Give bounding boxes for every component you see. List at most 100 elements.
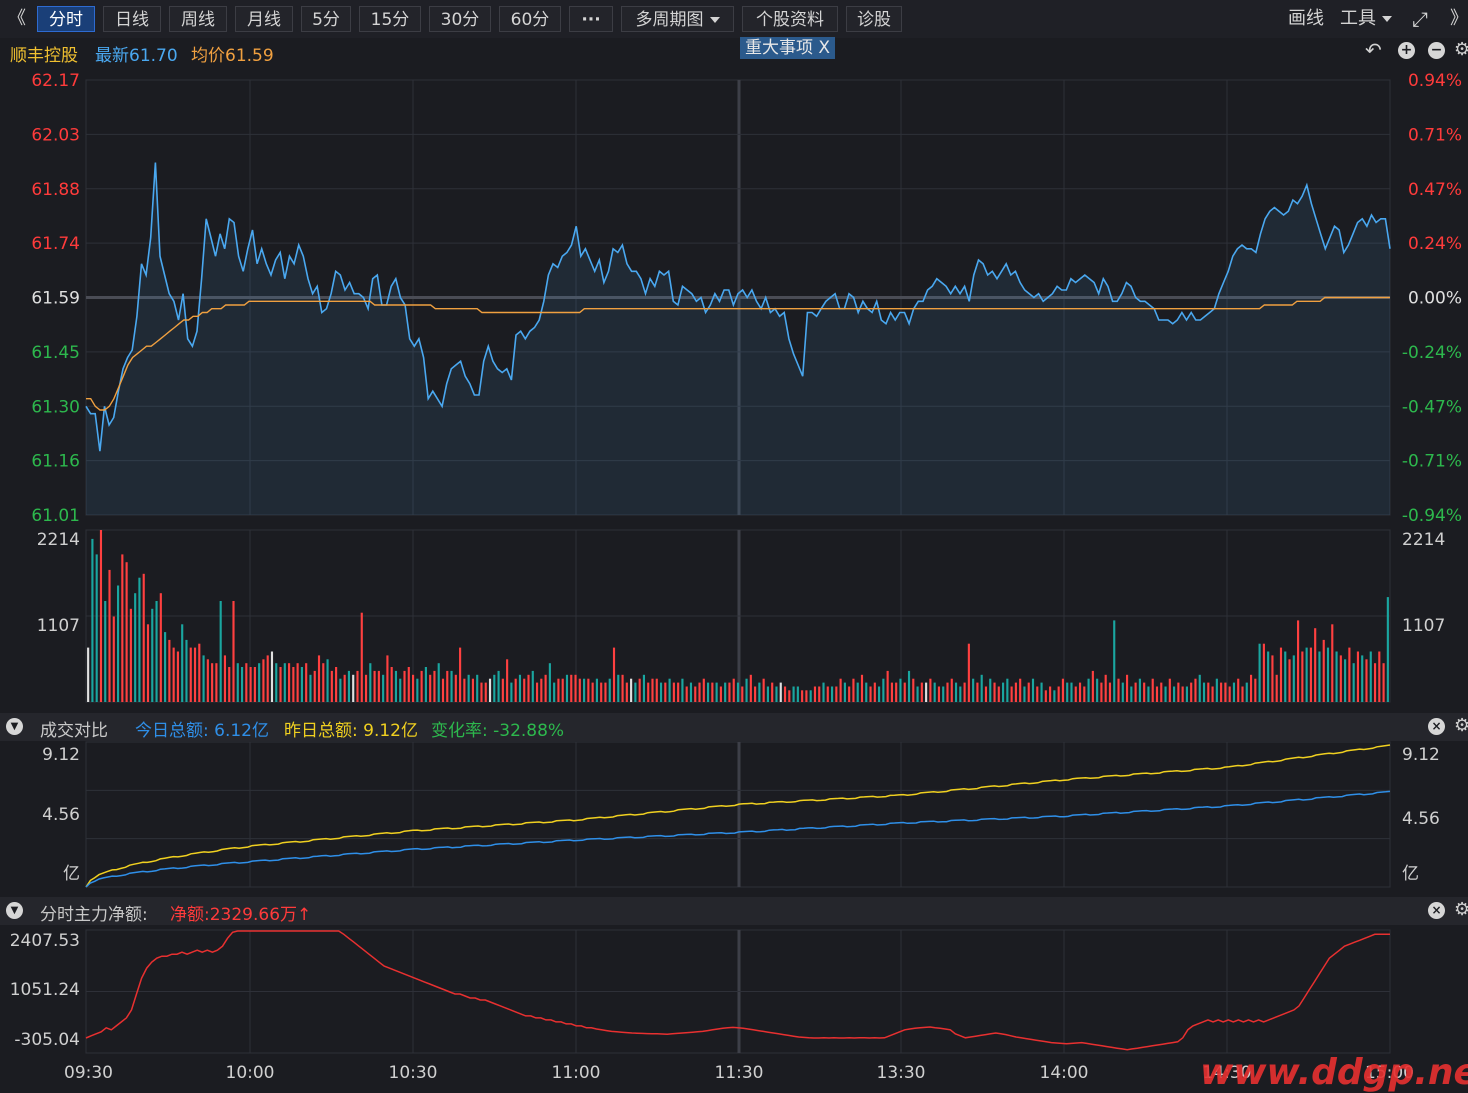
volume-bar bbox=[450, 670, 453, 702]
volume-bar bbox=[1181, 686, 1184, 702]
volume-bar bbox=[424, 667, 427, 702]
volume-bar bbox=[441, 678, 445, 702]
volume-tick-label: 2214 bbox=[37, 530, 80, 550]
volume-bar bbox=[484, 682, 487, 702]
volume-bar bbox=[176, 651, 179, 702]
volume-bar bbox=[535, 682, 539, 702]
time-axis-label: 11:30 bbox=[715, 1063, 764, 1083]
volume-bar bbox=[1202, 682, 1206, 702]
volume-bar bbox=[373, 670, 376, 702]
volume-bar bbox=[1344, 659, 1347, 702]
volume-bar bbox=[364, 674, 368, 702]
percent-tick-label: 0.00% bbox=[1408, 289, 1462, 309]
volume-bar bbox=[903, 682, 906, 702]
volume-bar bbox=[488, 678, 492, 702]
volume-bar bbox=[976, 682, 979, 702]
volume-bar bbox=[369, 663, 372, 702]
volume-bar bbox=[1356, 651, 1360, 702]
volume-bar bbox=[993, 682, 996, 702]
volume-bar bbox=[972, 678, 975, 702]
volume-bar bbox=[835, 686, 838, 702]
volume-bar bbox=[91, 538, 94, 702]
volume-bar bbox=[164, 632, 167, 702]
netflow-tick-label: -305.04 bbox=[14, 1030, 80, 1050]
percent-tick-label: -0.24% bbox=[1402, 343, 1462, 363]
volume-bar bbox=[198, 643, 201, 702]
volume-bar bbox=[783, 686, 787, 702]
volume-bar bbox=[296, 663, 299, 702]
time-axis-label: 11:00 bbox=[552, 1063, 601, 1083]
volume-bar bbox=[1339, 655, 1342, 702]
volume-bar bbox=[326, 659, 329, 702]
time-axis-label: 14:00 bbox=[1040, 1063, 1089, 1083]
volume-bar bbox=[788, 690, 791, 702]
volume-bar bbox=[621, 674, 624, 702]
volume-bar bbox=[604, 682, 607, 702]
volume-bar bbox=[531, 670, 534, 702]
volume-bar bbox=[382, 674, 385, 702]
volume-bar bbox=[681, 678, 684, 702]
volume-bar bbox=[159, 593, 162, 702]
volume-bar bbox=[202, 655, 205, 702]
volume-bar bbox=[950, 678, 953, 702]
volume-bar bbox=[1245, 682, 1248, 702]
volume-bar bbox=[587, 678, 590, 702]
volume-bar bbox=[826, 686, 829, 702]
volume-bar bbox=[766, 686, 769, 702]
volume-bar bbox=[925, 682, 928, 702]
volume-bar bbox=[1177, 682, 1180, 702]
volume-bar bbox=[275, 663, 278, 702]
volume-bar bbox=[984, 686, 988, 702]
volume-bar bbox=[561, 678, 564, 702]
volume-bar bbox=[638, 678, 641, 702]
time-axis-label: 10:00 bbox=[226, 1063, 275, 1083]
volume-bar bbox=[540, 678, 543, 702]
volume-bar bbox=[1275, 674, 1278, 702]
volume-bar bbox=[429, 674, 432, 702]
volume-bar bbox=[1006, 678, 1009, 702]
volume-bar bbox=[1331, 624, 1334, 702]
volume-bar bbox=[347, 670, 351, 702]
volume-bar bbox=[240, 667, 244, 702]
volume-bar bbox=[399, 678, 402, 702]
volume-bar bbox=[1027, 682, 1030, 702]
volume-bar bbox=[647, 682, 650, 702]
volume-bar bbox=[463, 678, 466, 702]
volume-bar bbox=[916, 686, 919, 702]
volume-bar bbox=[1215, 678, 1218, 702]
percent-tick-label: 0.94% bbox=[1408, 71, 1462, 91]
volume-bar bbox=[796, 686, 799, 702]
volume-bar bbox=[595, 678, 598, 702]
price-tick-label: 61.59 bbox=[31, 289, 80, 309]
volume-bar bbox=[1258, 643, 1261, 702]
volume-bar bbox=[300, 667, 303, 702]
volume-bar bbox=[1262, 643, 1265, 702]
volume-bar bbox=[104, 601, 107, 702]
volume-bar bbox=[270, 651, 274, 702]
volume-bar bbox=[698, 682, 701, 702]
volume-bar bbox=[386, 655, 389, 702]
volume-bar bbox=[655, 678, 658, 702]
volume-tick-label: 1107 bbox=[1402, 616, 1445, 636]
volume-bar bbox=[937, 686, 941, 702]
time-axis-label: 13:30 bbox=[877, 1063, 926, 1083]
volume-bar bbox=[1254, 678, 1257, 702]
volume-bar bbox=[121, 554, 124, 702]
volume-bar bbox=[232, 601, 235, 702]
turnover-tick-label: 4.56 bbox=[1402, 809, 1440, 829]
volume-bar bbox=[672, 682, 675, 702]
volume-bar bbox=[1361, 655, 1364, 702]
volume-bar bbox=[612, 647, 616, 702]
volume-bar bbox=[1279, 647, 1283, 702]
volume-bar bbox=[514, 678, 517, 702]
volume-bar bbox=[809, 690, 812, 702]
volume-bar bbox=[1040, 682, 1043, 702]
volume-bar bbox=[305, 663, 308, 702]
volume-bar bbox=[1284, 651, 1287, 702]
volume-bar bbox=[1326, 647, 1330, 702]
volume-bar bbox=[775, 686, 778, 702]
volume-bar bbox=[856, 682, 859, 702]
volume-bar bbox=[1378, 651, 1381, 702]
volume-bar bbox=[668, 678, 671, 702]
volume-bar bbox=[1173, 686, 1176, 702]
